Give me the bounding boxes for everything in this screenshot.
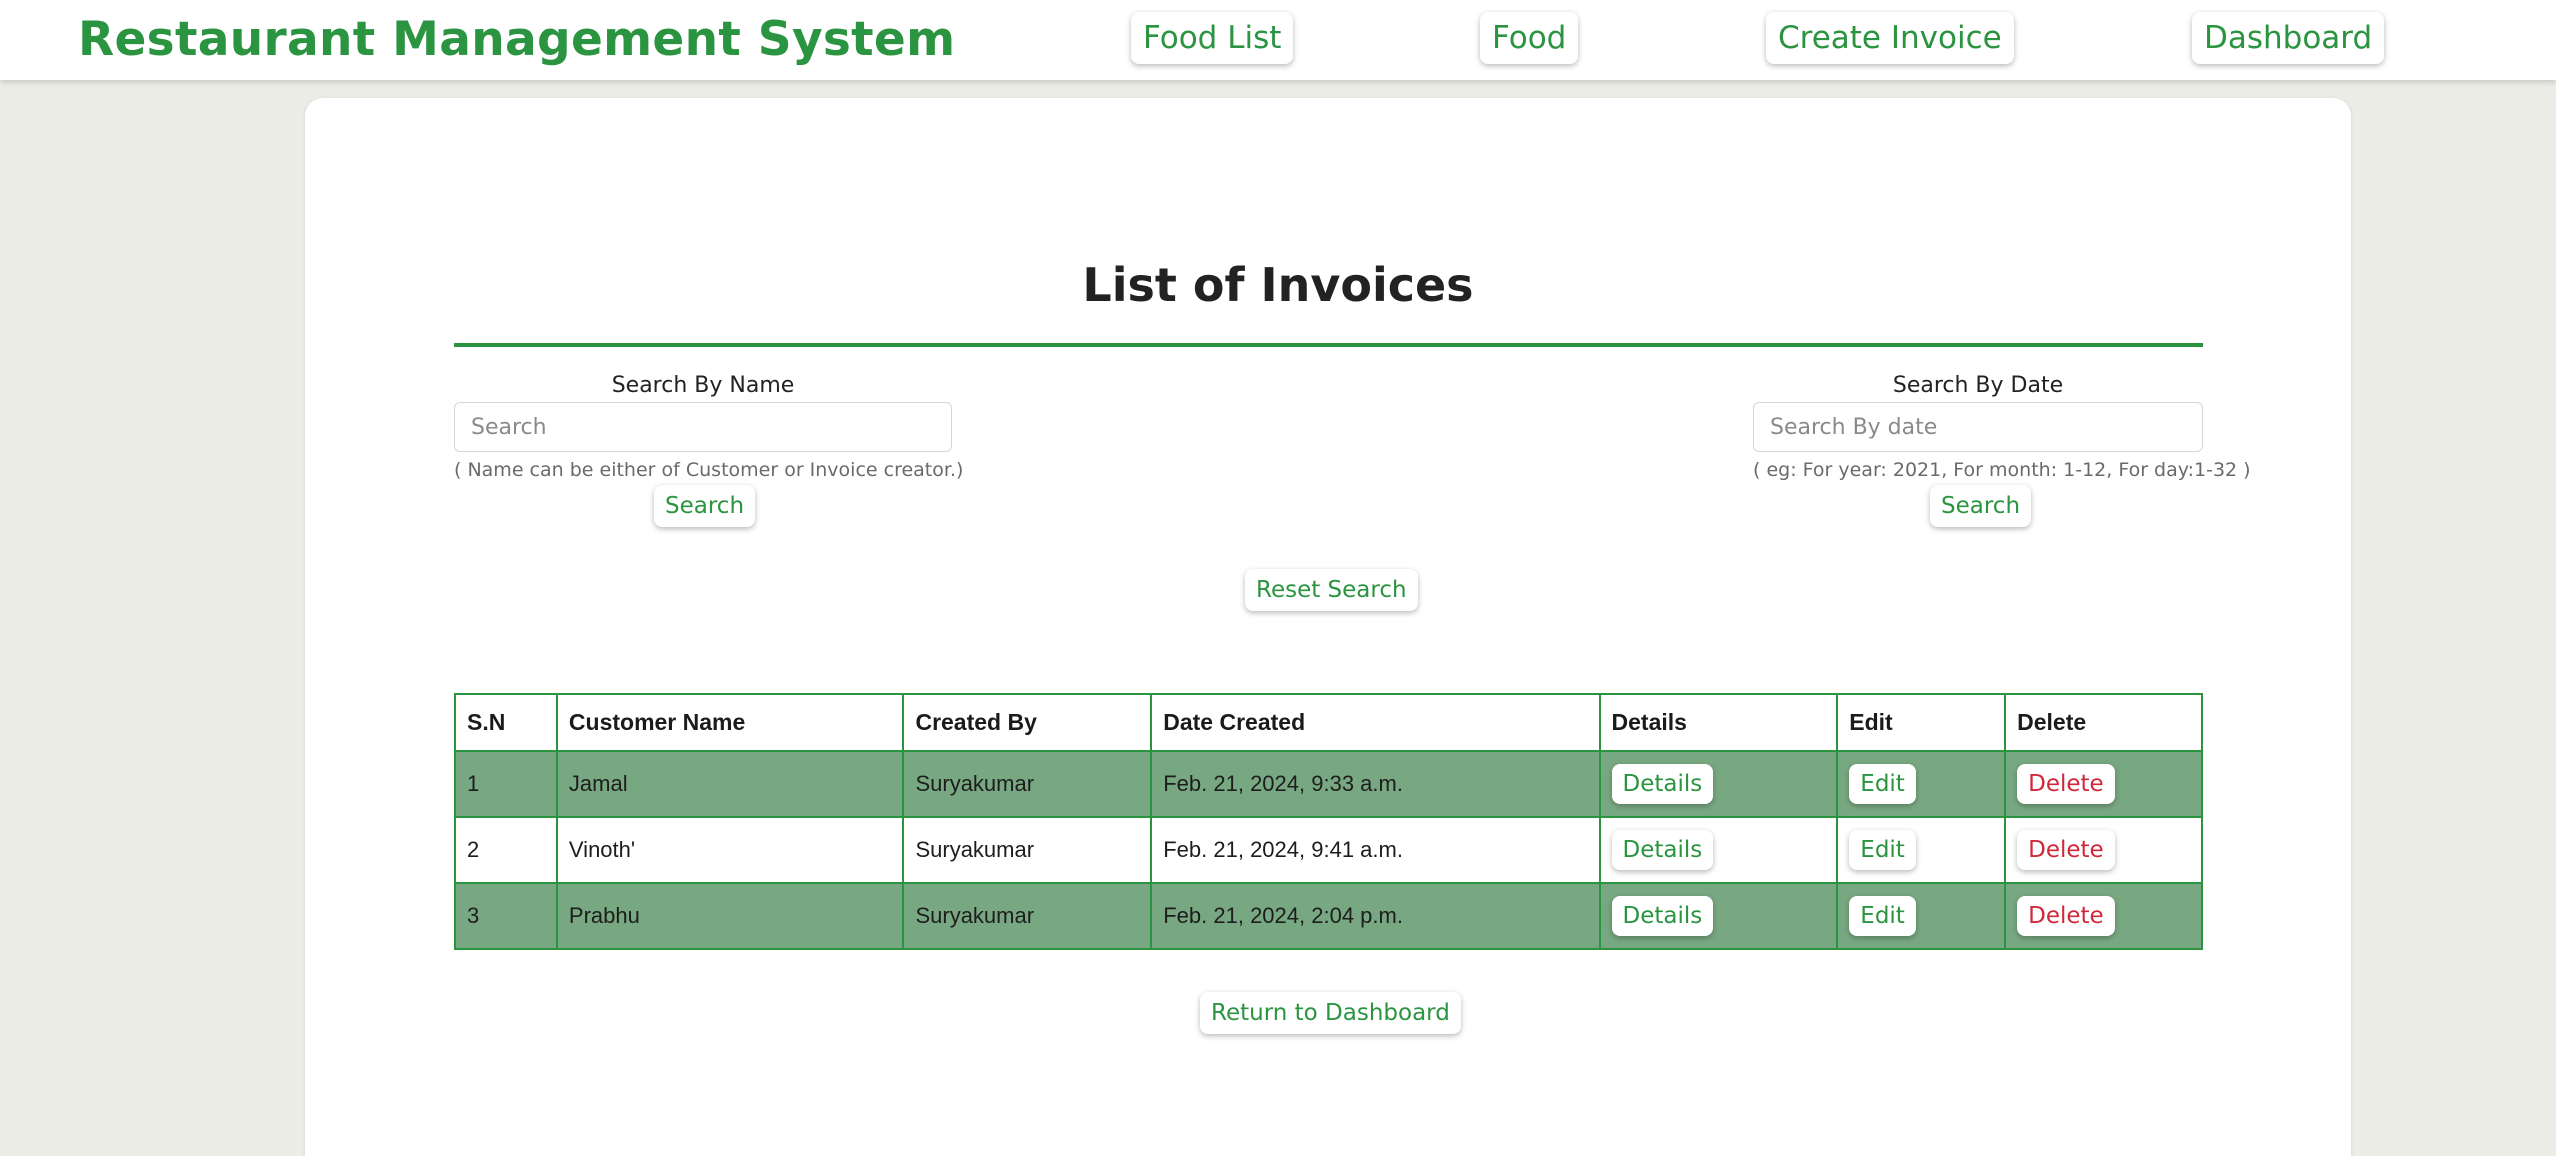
cell-sn: 2 [454, 816, 558, 884]
delete-button[interactable]: Delete [2017, 896, 2115, 936]
cell-edit: Edit [1836, 882, 2007, 950]
nav-food-list[interactable]: Food List [1131, 12, 1294, 64]
header-delete: Delete [2004, 693, 2203, 752]
search-date-hint: ( eg: For year: 2021, For month: 1-12, F… [1753, 459, 2251, 481]
invoices-table: S.N Customer Name Created By Date Create… [454, 693, 2203, 950]
cell-delete: Delete [2004, 750, 2203, 818]
details-button[interactable]: Details [1611, 830, 1714, 870]
search-date-button[interactable]: Search [1930, 485, 2032, 527]
nav-create-invoice[interactable]: Create Invoice [1766, 12, 2014, 64]
cell-customer-name: Jamal [555, 750, 905, 818]
cell-edit: Edit [1836, 816, 2007, 884]
header-sn: S.N [454, 693, 558, 752]
cell-date-created: Feb. 21, 2024, 2:04 p.m. [1150, 882, 1601, 950]
cell-sn: 1 [454, 750, 558, 818]
edit-button[interactable]: Edit [1849, 896, 1916, 936]
reset-search-button[interactable]: Reset Search [1245, 569, 1418, 611]
edit-button[interactable]: Edit [1849, 830, 1916, 870]
header-customer-name: Customer Name [555, 693, 905, 752]
brand-title[interactable]: Restaurant Management System [78, 12, 955, 67]
table-row: 2 Vinoth' Suryakumar Feb. 21, 2024, 9:41… [454, 816, 2203, 884]
cell-details: Details [1598, 882, 1839, 950]
header-edit: Edit [1836, 693, 2007, 752]
cell-delete: Delete [2004, 882, 2203, 950]
cell-customer-name: Vinoth' [555, 816, 905, 884]
delete-button[interactable]: Delete [2017, 764, 2115, 804]
nav-food[interactable]: Food [1480, 12, 1579, 64]
cell-details: Details [1598, 816, 1839, 884]
navbar: Restaurant Management System Food List F… [0, 0, 2556, 80]
page-title: List of Invoices [1082, 258, 1474, 312]
table-header-row: S.N Customer Name Created By Date Create… [454, 693, 2203, 752]
cell-delete: Delete [2004, 816, 2203, 884]
search-date-label: Search By Date [1892, 373, 2064, 398]
nav-dashboard[interactable]: Dashboard [2192, 12, 2385, 64]
cell-customer-name: Prabhu [555, 882, 905, 950]
cell-created-by: Suryakumar [902, 882, 1153, 950]
header-date-created: Date Created [1150, 693, 1601, 752]
header-created-by: Created By [902, 693, 1153, 752]
search-name-input[interactable] [454, 402, 952, 452]
cell-date-created: Feb. 21, 2024, 9:33 a.m. [1150, 750, 1601, 818]
cell-details: Details [1598, 750, 1839, 818]
cell-created-by: Suryakumar [902, 750, 1153, 818]
details-button[interactable]: Details [1611, 896, 1714, 936]
cell-created-by: Suryakumar [902, 816, 1153, 884]
title-divider [454, 343, 2203, 347]
return-to-dashboard-button[interactable]: Return to Dashboard [1200, 992, 1461, 1034]
search-name-hint: ( Name can be either of Customer or Invo… [454, 459, 964, 481]
edit-button[interactable]: Edit [1849, 764, 1916, 804]
table-row: 1 Jamal Suryakumar Feb. 21, 2024, 9:33 a… [454, 750, 2203, 818]
header-details: Details [1598, 693, 1839, 752]
cell-edit: Edit [1836, 750, 2007, 818]
table-row: 3 Prabhu Suryakumar Feb. 21, 2024, 2:04 … [454, 882, 2203, 950]
search-date-input[interactable] [1753, 402, 2203, 452]
delete-button[interactable]: Delete [2017, 830, 2115, 870]
search-name-label: Search By Name [611, 373, 795, 398]
cell-date-created: Feb. 21, 2024, 9:41 a.m. [1150, 816, 1601, 884]
details-button[interactable]: Details [1611, 764, 1714, 804]
cell-sn: 3 [454, 882, 558, 950]
search-name-button[interactable]: Search [654, 485, 756, 527]
